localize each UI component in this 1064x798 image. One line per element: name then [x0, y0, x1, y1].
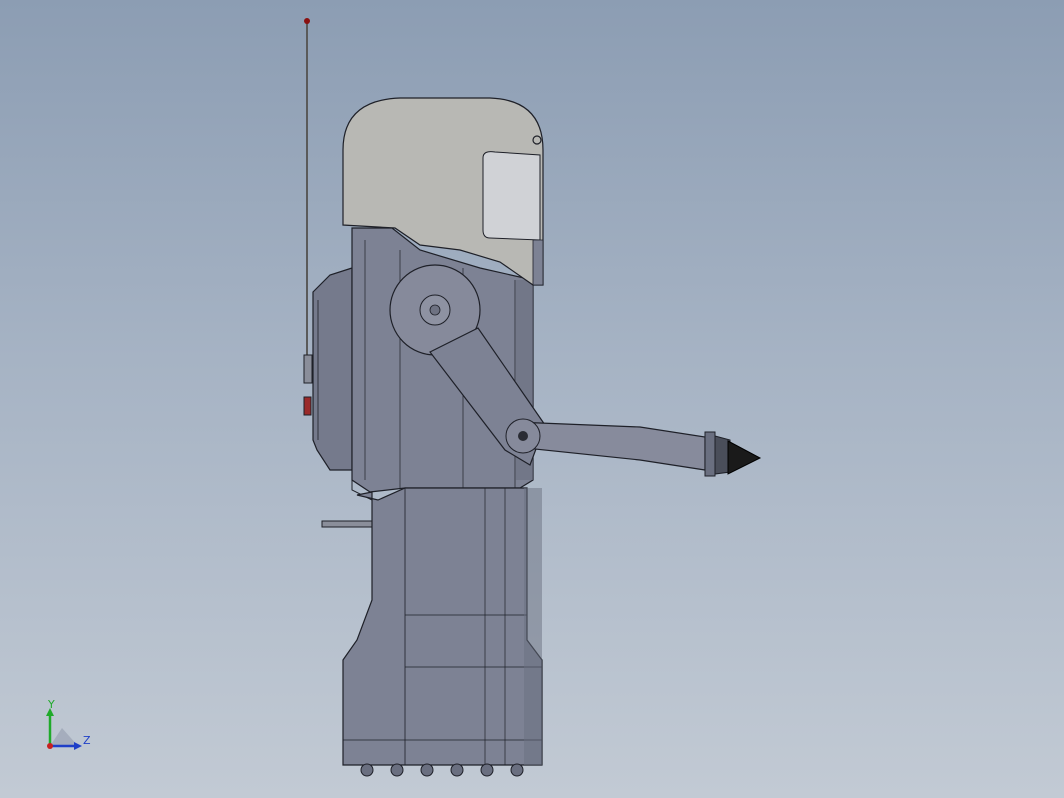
- z-axis-label: Z: [83, 734, 91, 747]
- antenna-tip: [304, 18, 310, 24]
- robot-model[interactable]: [0, 0, 1064, 798]
- visor: [482, 151, 541, 241]
- elbow-pin: [518, 431, 528, 441]
- nozzle: [727, 440, 762, 475]
- y-axis-label: Y: [47, 698, 55, 711]
- coordinate-triad: Y Z: [46, 698, 91, 750]
- lower-body[interactable]: [342, 487, 543, 766]
- antenna[interactable]: [303, 18, 313, 416]
- graphics-viewport[interactable]: Y Z: [0, 0, 1064, 798]
- antenna-red-button[interactable]: [303, 396, 312, 416]
- x-axis-dot: [47, 743, 53, 749]
- wheels: [360, 763, 524, 777]
- backpack[interactable]: [312, 267, 353, 471]
